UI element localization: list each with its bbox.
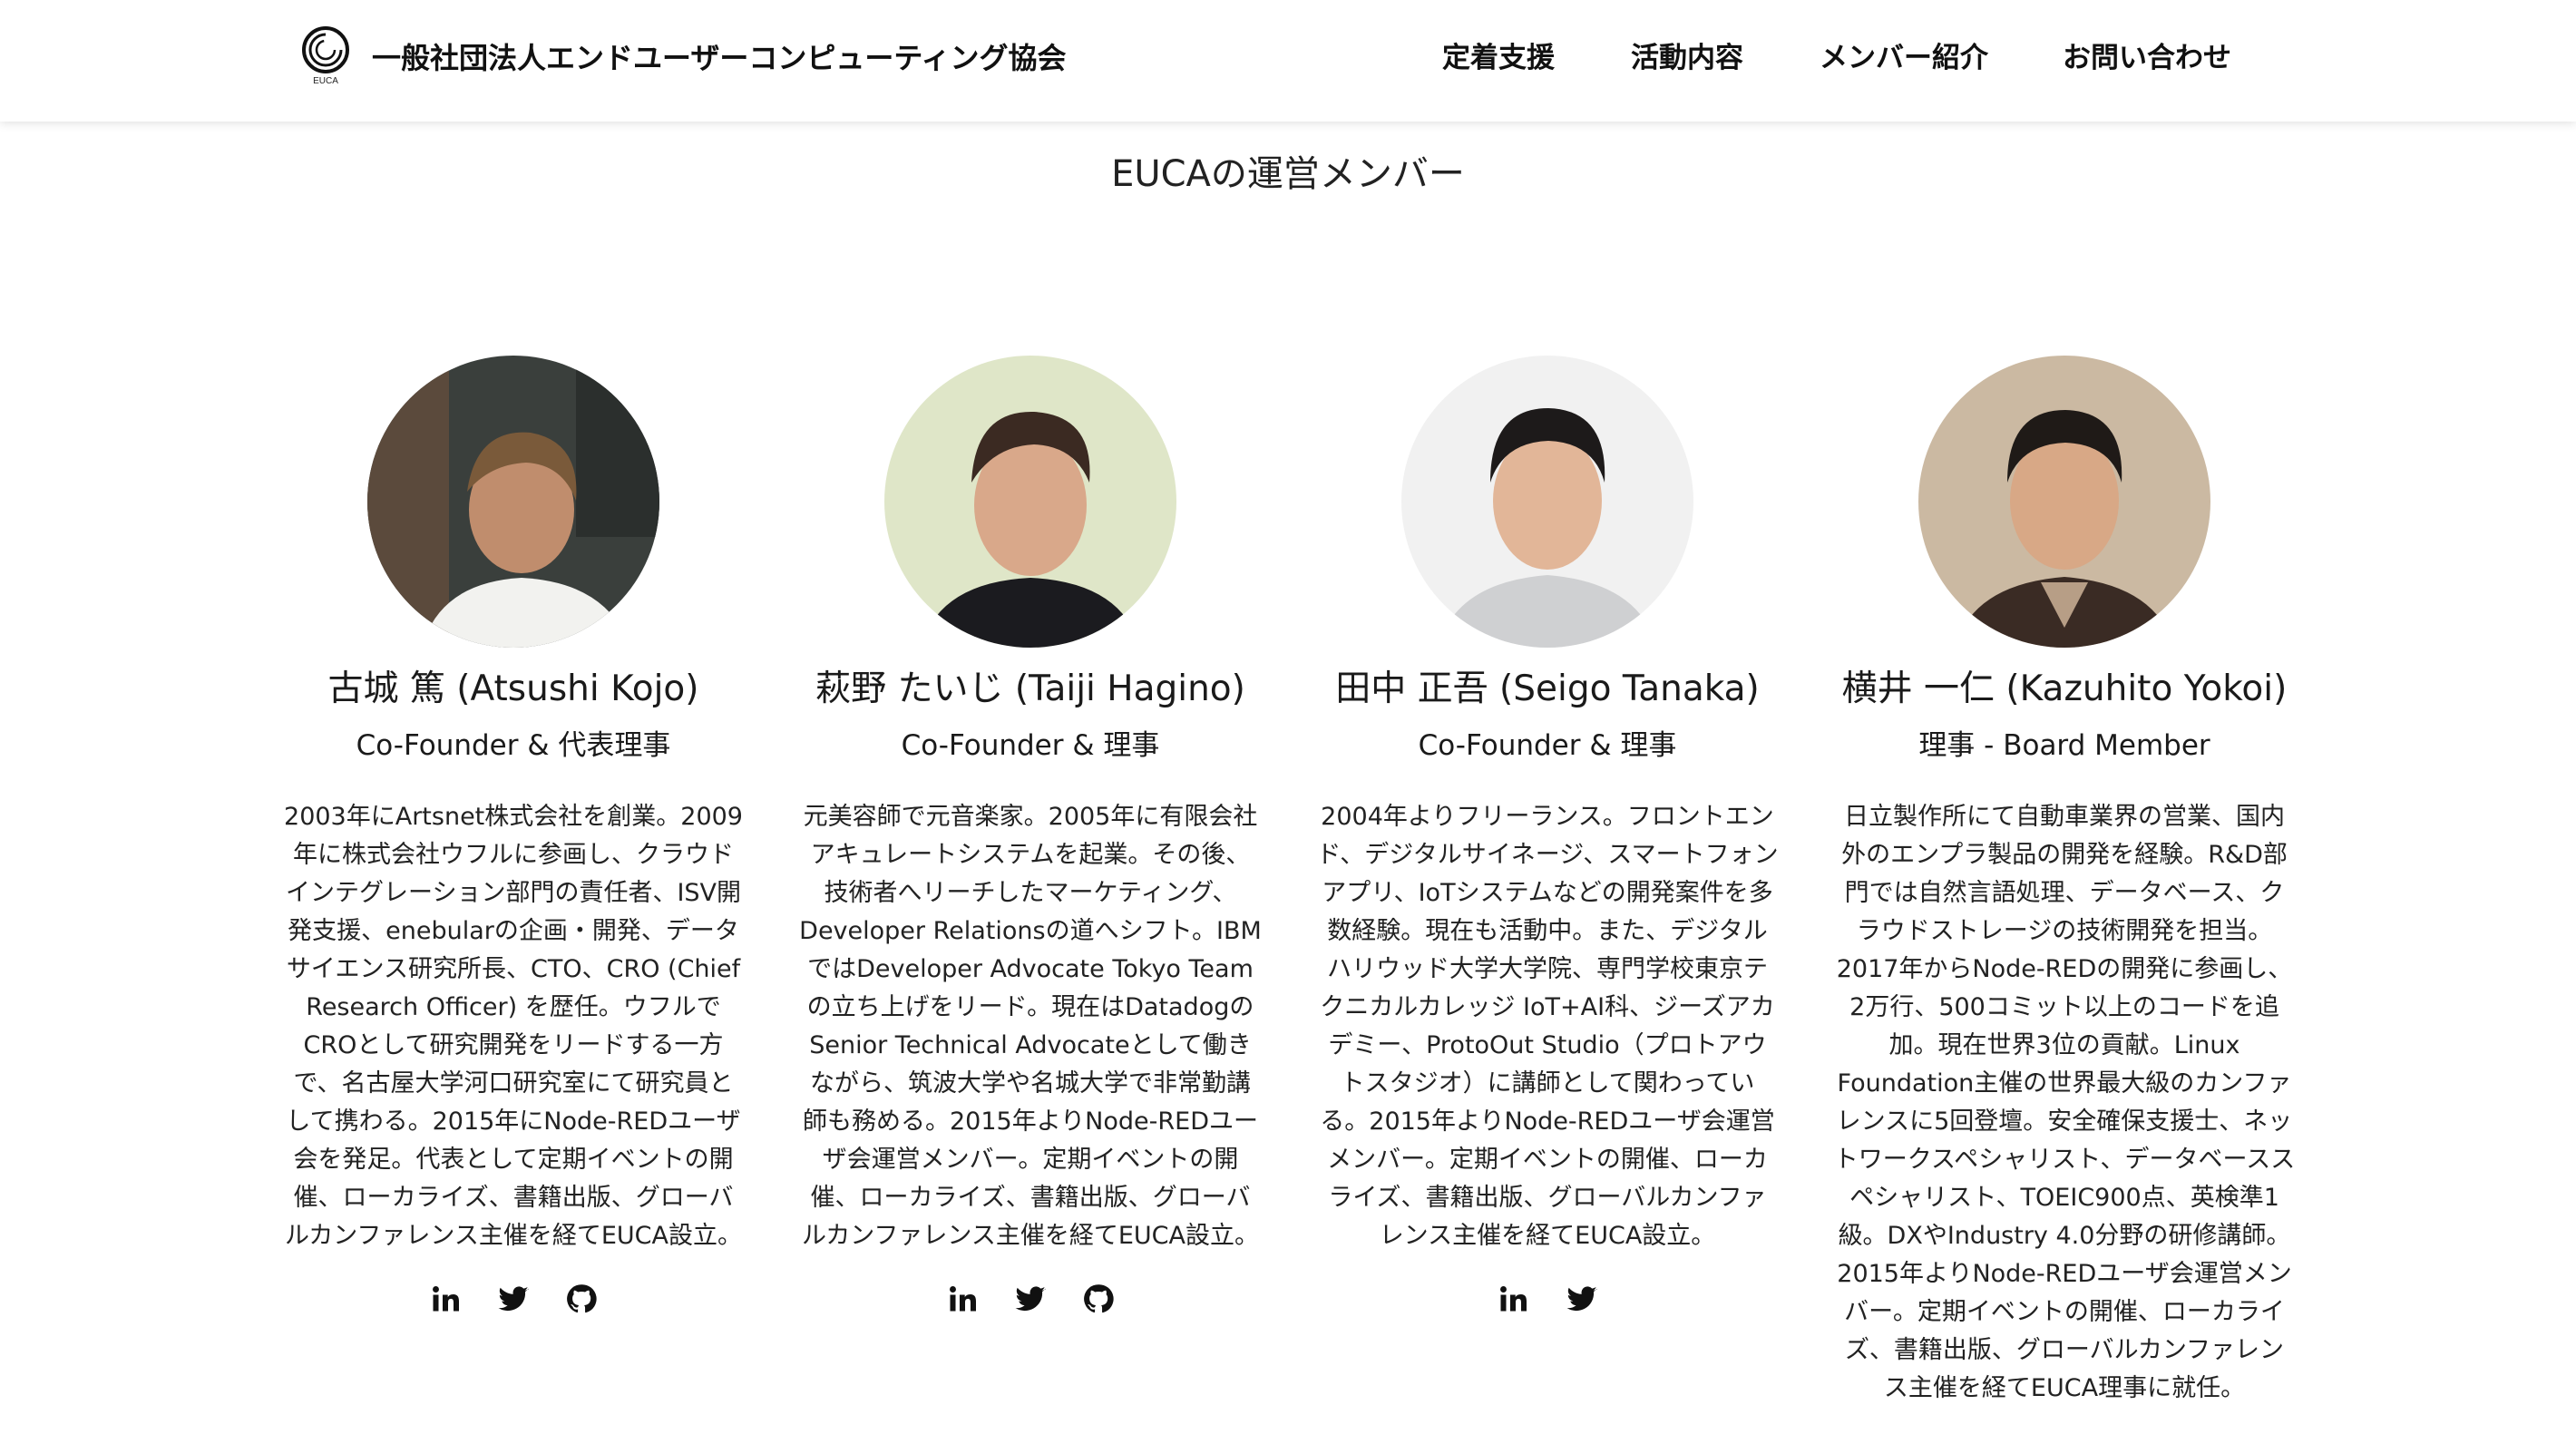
github-icon[interactable] [565, 1283, 598, 1315]
member-name: 横井 一仁 (Kazuhito Yokoi) [1841, 668, 2288, 709]
portrait-photo-icon [884, 356, 1176, 648]
linkedin-icon[interactable] [429, 1283, 462, 1315]
github-icon[interactable] [1082, 1283, 1115, 1315]
member-role: Co-Founder & 理事 [1418, 729, 1677, 762]
avatar [367, 356, 659, 648]
avatar [1401, 356, 1693, 648]
twitter-icon[interactable] [497, 1283, 530, 1315]
member-name: 萩野 たいじ (Taiji Hagino) [815, 668, 1245, 709]
twitter-icon[interactable] [1566, 1283, 1598, 1315]
portrait-photo-icon [1401, 356, 1693, 648]
twitter-icon[interactable] [1014, 1283, 1047, 1315]
member-role: 理事 - Board Member [1918, 729, 2210, 762]
linkedin-icon[interactable] [946, 1283, 979, 1315]
member-bio: 2003年にArtsnet株式会社を創業。2009年に株式会社ウフルに参画し、ク… [284, 803, 743, 1250]
euca-logo-mark-icon [302, 26, 349, 73]
member-card: 田中 正吾 (Seigo Tanaka) Co-Founder & 理事 200… [1316, 356, 1779, 1322]
member-card: 横井 一仁 (Kazuhito Yokoi) 理事 - Board Member… [1833, 356, 2296, 1408]
logo-text: EUCA [313, 76, 338, 86]
member-bio: 2004年よりフリーランス。フロントエンド、デジタルサイネージ、スマートフォンア… [1316, 803, 1779, 1250]
organization-name[interactable]: 一般社団法人エンドユーザーコンピューティング協会 [372, 34, 1066, 82]
page-title: EUCAの運営メンバー [1111, 153, 1465, 195]
member-name: 田中 正吾 (Seigo Tanaka) [1335, 668, 1760, 709]
member-bio: 日立製作所にて自動車業界の営業、国内外のエンプラ製品の開発を経験。R&D部門では… [1833, 803, 2296, 1402]
euca-logo[interactable]: EUCA [296, 24, 356, 98]
nav-item-activities[interactable]: 活動内容 [1631, 34, 1743, 82]
social-links [1316, 1283, 1779, 1322]
member-name: 古城 篤 (Atsushi Kojo) [327, 668, 699, 709]
nav-item-support[interactable]: 定着支援 [1442, 34, 1555, 82]
portrait-photo-icon [1918, 356, 2210, 648]
member-role: Co-Founder & 代表理事 [356, 729, 671, 762]
member-role: Co-Founder & 理事 [901, 729, 1160, 762]
nav-item-contact[interactable]: お問い合わせ [2063, 34, 2231, 82]
member-card: 萩野 たいじ (Taiji Hagino) Co-Founder & 理事 元美… [799, 356, 1262, 1322]
social-links [799, 1283, 1262, 1322]
portrait-photo-icon [367, 356, 659, 648]
nav-item-members[interactable]: メンバー紹介 [1820, 34, 1988, 82]
member-card: 古城 篤 (Atsushi Kojo) Co-Founder & 代表理事 20… [282, 356, 745, 1322]
member-bio: 元美容師で元音楽家。2005年に有限会社アキュレートシステムを起業。その後、技術… [799, 803, 1262, 1250]
social-links [282, 1283, 745, 1322]
avatar [884, 356, 1176, 648]
avatar [1918, 356, 2210, 648]
linkedin-icon[interactable] [1497, 1283, 1529, 1315]
site-header: EUCA 一般社団法人エンドユーザーコンピューティング協会 定着支援 活動内容 … [0, 0, 2576, 122]
